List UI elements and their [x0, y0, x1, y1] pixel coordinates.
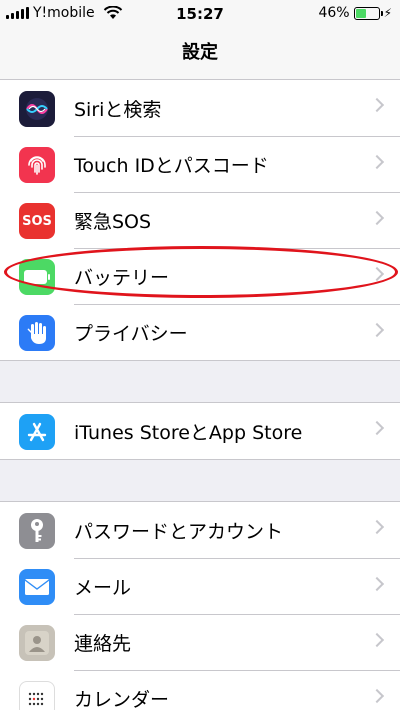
- row-body: 緊急SOS: [74, 192, 400, 248]
- chevron-right-icon: [369, 632, 385, 648]
- chevron-right-icon: [369, 266, 385, 282]
- chevron-right-icon: [369, 210, 385, 226]
- row-body: Touch IDとパスコード: [74, 136, 400, 192]
- contacts-icon: [19, 625, 55, 661]
- row-label: Touch IDとパスコード: [74, 155, 269, 177]
- status-right: 46% ⚡: [318, 5, 392, 21]
- row-body: iTunes StoreとApp Store: [74, 403, 400, 459]
- calendar-icon: [19, 681, 55, 710]
- mail-icon: [19, 569, 55, 605]
- row-body: カレンダー: [74, 670, 400, 710]
- row-label: バッテリー: [74, 267, 170, 289]
- settings-group-1: Siriと検索 Touch IDとパスコード SOS 緊急SOS バッテリー プ…: [0, 79, 400, 361]
- row-label: 連絡先: [74, 633, 132, 655]
- row-label: カレンダー: [74, 689, 170, 710]
- row-body: Siriと検索: [74, 80, 400, 136]
- charging-bolt-icon: ⚡: [383, 6, 392, 20]
- chevron-right-icon: [369, 322, 385, 338]
- hand-icon: [19, 315, 55, 351]
- settings-row-calendar[interactable]: カレンダー: [0, 670, 400, 710]
- key-icon: [19, 513, 55, 549]
- chevron-right-icon: [369, 420, 385, 436]
- settings-row-contacts[interactable]: 連絡先: [0, 614, 400, 670]
- settings-group-3: パスワードとアカウント メール 連絡先 カレンダー: [0, 501, 400, 710]
- siri-icon: [19, 91, 55, 127]
- battery-indicator-icon: [353, 6, 383, 20]
- settings-row-mail[interactable]: メール: [0, 558, 400, 614]
- sos-icon: SOS: [19, 203, 55, 239]
- row-body: プライバシー: [74, 304, 400, 360]
- page-title: 設定: [182, 42, 218, 63]
- chevron-right-icon: [369, 97, 385, 113]
- status-bar: Y!mobile 15:27 46% ⚡: [0, 0, 400, 28]
- chevron-right-icon: [369, 154, 385, 170]
- row-label: メール: [74, 577, 132, 599]
- settings-row-battery[interactable]: バッテリー: [0, 248, 400, 304]
- battery-percent: 46%: [318, 5, 350, 21]
- row-label: Siriと検索: [74, 98, 162, 121]
- fingerprint-icon: [19, 147, 55, 183]
- chevron-right-icon: [369, 519, 385, 535]
- row-label: iTunes StoreとApp Store: [74, 421, 303, 444]
- settings-row-privacy[interactable]: プライバシー: [0, 304, 400, 360]
- chevron-right-icon: [369, 688, 385, 704]
- row-label: 緊急SOS: [74, 211, 152, 233]
- row-body: 連絡先: [74, 614, 400, 670]
- settings-row-touch-id[interactable]: Touch IDとパスコード: [0, 136, 400, 192]
- sos-icon-text: SOS: [22, 213, 52, 229]
- battery-fill: [355, 8, 366, 18]
- row-body: パスワードとアカウント: [74, 502, 400, 558]
- settings-row-passwords-accounts[interactable]: パスワードとアカウント: [0, 502, 400, 558]
- app-store-icon: [19, 414, 55, 450]
- settings-group-2: iTunes StoreとApp Store: [0, 402, 400, 460]
- settings-row-emergency-sos[interactable]: SOS 緊急SOS: [0, 192, 400, 248]
- settings-row-siri[interactable]: Siriと検索: [0, 80, 400, 136]
- row-body: バッテリー: [74, 248, 400, 304]
- row-body: メール: [74, 558, 400, 614]
- settings-row-itunes-app-store[interactable]: iTunes StoreとApp Store: [0, 403, 400, 459]
- battery-icon: [19, 259, 55, 295]
- chevron-right-icon: [369, 576, 385, 592]
- row-label: パスワードとアカウント: [74, 520, 284, 543]
- nav-bar: 設定: [0, 28, 400, 80]
- row-label: プライバシー: [74, 323, 188, 345]
